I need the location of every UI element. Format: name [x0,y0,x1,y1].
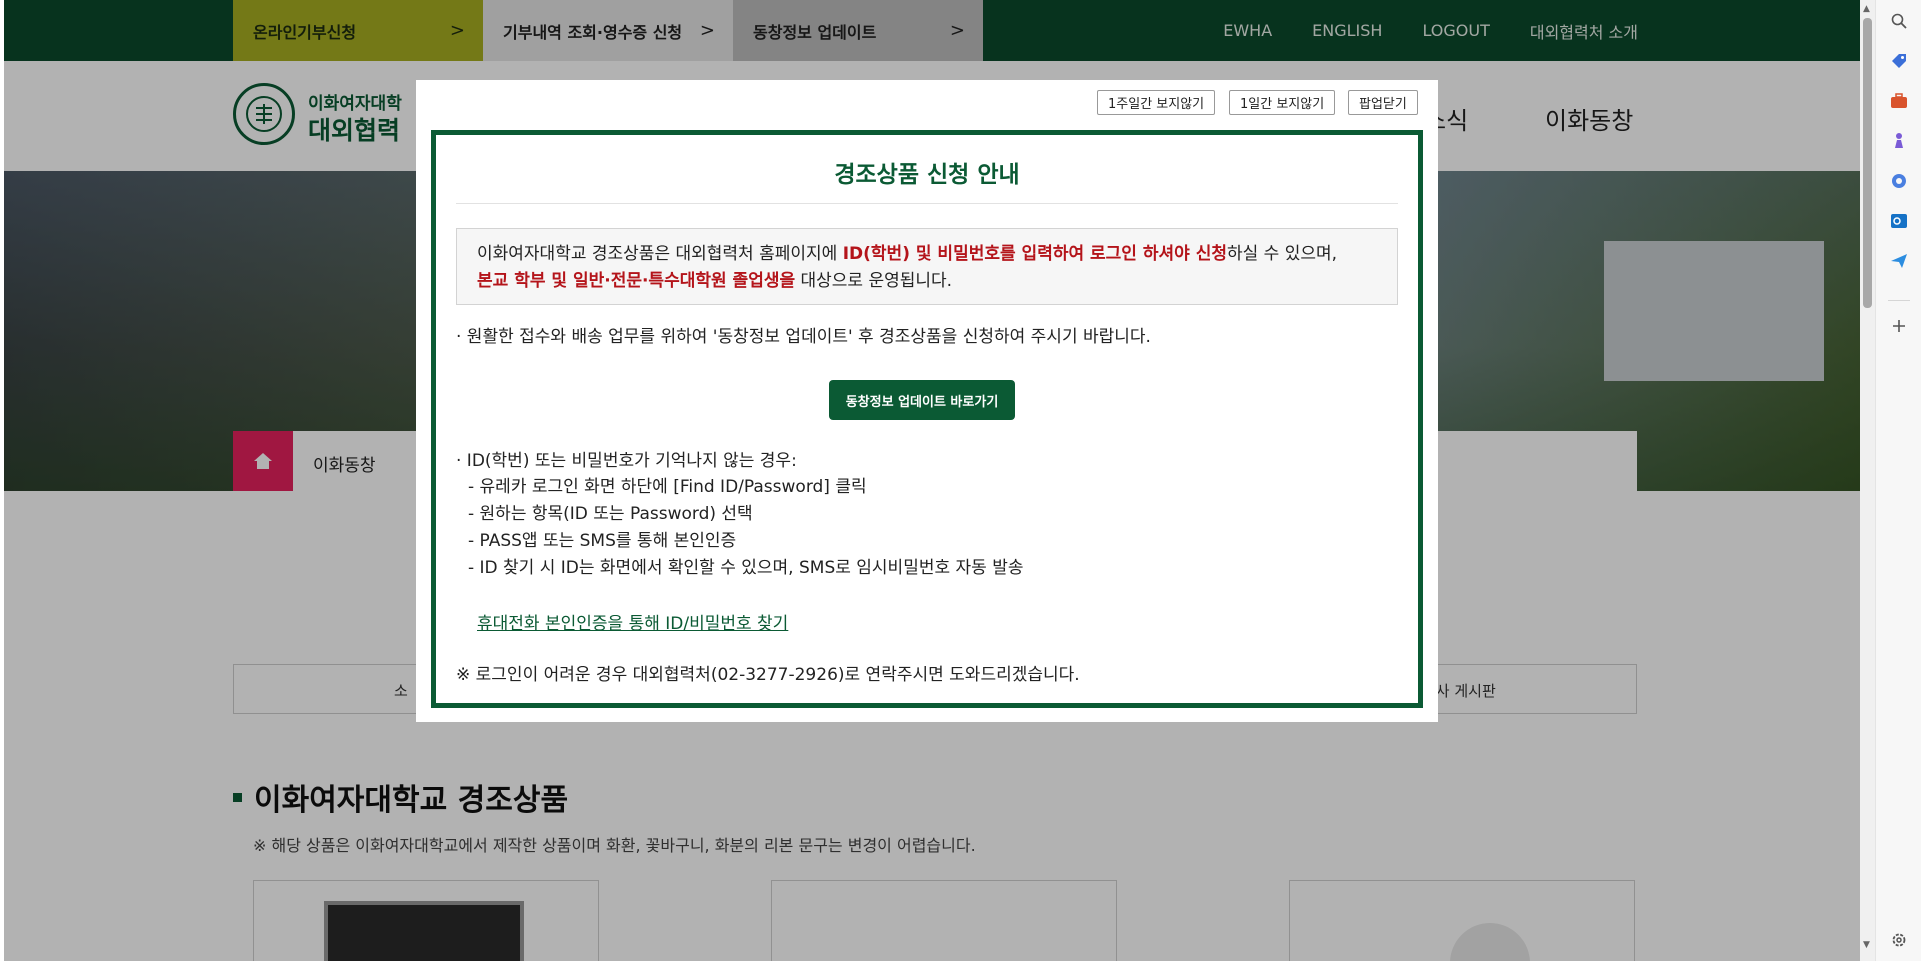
send-icon[interactable] [1876,246,1921,276]
list-item: - ID 찾기 시 ID는 화면에서 확인할 수 있으며, SMS로 임시비밀번… [468,558,1024,578]
hide-day-button[interactable]: 1일간 보지않기 [1229,90,1336,115]
notice-text: 하실 수 있으며, [1227,244,1338,264]
scrollbar-thumb[interactable] [1863,18,1872,308]
notice-popup: 1주일간 보지않기 1일간 보지않기 팝업닫기 경조상품 신청 안내 이화여자대… [416,80,1438,722]
popup-frame: 경조상품 신청 안내 이화여자대학교 경조상품은 대외협력처 홈페이지에 ID(… [431,130,1423,708]
add-icon[interactable] [1876,311,1921,341]
scroll-down-icon[interactable]: ▼ [1863,940,1870,950]
outlook-icon[interactable] [1876,206,1921,236]
notice-text: 대상으로 운영됩니다. [795,271,953,291]
tag-icon[interactable] [1876,46,1921,76]
contact-note: ※ 로그인이 어려운 경우 대외협력처(02-3277-2926)로 연락주시면… [456,665,1080,685]
copilot-icon[interactable] [1876,166,1921,196]
go-alumni-update-button[interactable]: 동창정보 업데이트 바로가기 [829,380,1015,420]
scroll-up-icon[interactable]: ▲ [1863,4,1870,14]
notice-text: 이화여자대학교 경조상품은 대외협력처 홈페이지에 [477,244,843,264]
page-scrollbar[interactable]: ▲ ▼ [1860,0,1875,961]
divider [1888,300,1910,301]
close-popup-button[interactable]: 팝업닫기 [1348,90,1418,115]
notice-highlight: ID(학번) 및 비밀번호를 입력하여 로그인 하셔야 신청 [842,244,1227,264]
hide-week-button[interactable]: 1주일간 보지않기 [1097,90,1216,115]
find-id-password-link[interactable]: 휴대전화 본인인증을 통해 ID/비밀번호 찾기 [477,609,788,634]
chess-piece-icon[interactable] [1876,126,1921,156]
browser-side-panel [1875,0,1921,961]
notice-box: 이화여자대학교 경조상품은 대외협력처 홈페이지에 ID(학번) 및 비밀번호를… [456,228,1398,305]
divider [456,203,1398,204]
update-instruction: · 원활한 접수와 배송 업무를 위하여 '동창정보 업데이트' 후 경조상품을… [456,327,1151,347]
list-item: - 유레카 로그인 화면 하단에 [Find ID/Password] 클릭 [468,477,867,497]
search-icon[interactable] [1876,6,1921,36]
list-item: - PASS앱 또는 SMS를 통해 본인인증 [468,531,737,551]
id-help-steps: - 유레카 로그인 화면 하단에 [Find ID/Password] 클릭 -… [468,474,1023,582]
list-item: - 원하는 항목(ID 또는 Password) 선택 [468,504,753,524]
page: 온라인기부신청 > 기부내역 조회·영수증 신청 > 동창정보 업데이트 > E… [4,0,1860,961]
popup-title: 경조상품 신청 안내 [834,162,1020,188]
notice-highlight: 본교 학부 및 일반·전문·특수대학원 졸업생을 [477,271,796,291]
settings-icon[interactable] [1876,925,1921,955]
briefcase-icon[interactable] [1876,86,1921,116]
id-help-heading: · ID(학번) 또는 비밀번호가 기억나지 않는 경우: [456,451,797,471]
